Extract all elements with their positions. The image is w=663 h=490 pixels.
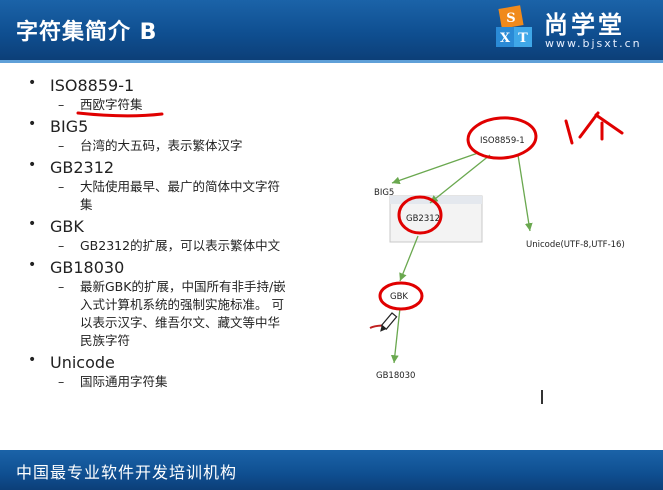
charset-desc: – 台湾的大五码，表示繁体汉字 [58, 138, 243, 153]
desc-text: 国际通用字符集 [80, 374, 168, 389]
desc-text: 台湾的大五码，表示繁体汉字 [80, 138, 243, 153]
bullet: • [28, 75, 37, 91]
sxt-logo-icon: S X T [496, 5, 532, 47]
desc-text: 最新GBK的扩展，中国所有非手持/嵌入式计算机系统的强制实施标准。 可以表示汉字… [80, 279, 286, 348]
brand-name: 尚学堂 [544, 11, 625, 39]
desc-text: 大陆使用最早、最广的简体中文字符集 [80, 179, 281, 212]
brand-logo: S X T 尚学堂 www.bjsxt.cn [494, 3, 654, 57]
charset-name: ISO8859-1 [50, 76, 135, 95]
handwritten-annotation [564, 111, 624, 145]
edge-iso-big5 [391, 152, 479, 185]
list-item: • Unicode – 国际通用字符集 [28, 352, 328, 391]
pen-cursor-icon [380, 312, 398, 332]
node-gbk: GBK [390, 292, 408, 302]
bullet: • [28, 116, 37, 132]
slide-header: 字符集简介 B S X T 尚学堂 www.bjsxt.cn [0, 0, 663, 60]
svg-text:S: S [506, 11, 515, 26]
svg-text:X: X [500, 31, 511, 46]
charset-list: • ISO8859-1 – 西欧字符集 • BIG5 – 台湾的大五码，表示繁体汉字… [28, 75, 328, 391]
charset-name: GBK [50, 217, 84, 236]
charset-name: GB2312 [50, 158, 115, 177]
node-gb2312: GB2312 [406, 214, 440, 224]
list-item: • BIG5 – 台湾的大五码，表示繁体汉字 [28, 116, 328, 155]
charset-name: Unicode [50, 353, 115, 372]
node-iso8859-1: ISO8859-1 [480, 136, 525, 146]
node-unicode: Unicode(UTF-8,UTF-16) [526, 240, 625, 250]
bullet: • [28, 157, 37, 173]
charset-name: GB18030 [50, 258, 125, 277]
charset-desc: – GB2312的扩展，可以表示繁体中文 [58, 238, 281, 253]
bullet: • [28, 257, 37, 273]
charset-diagram: ISO8859-1 BIG5 GB2312 Unicode(UTF-8,UTF-… [369, 111, 625, 381]
edge-iso-unicode [517, 154, 533, 232]
handwritten-text: 1个 [566, 118, 568, 120]
svg-text:T: T [518, 31, 528, 46]
brand-url: www.bjsxt.cn [545, 37, 642, 50]
node-gb18030: GB18030 [376, 371, 415, 381]
footer-text: 中国最专业软件开发培训机构 [16, 463, 238, 482]
slide-title: 字符集简介 B [16, 20, 158, 45]
slide-footer: 中国最专业软件开发培训机构 [0, 450, 663, 490]
text-cursor [541, 390, 543, 404]
bullet: • [28, 352, 37, 368]
charset-desc: – 大陆使用最早、最广的简体中文字符集 [58, 179, 281, 212]
list-item: • GBK – GB2312的扩展，可以表示繁体中文 [28, 216, 328, 255]
charset-desc: – 最新GBK的扩展，中国所有非手持/嵌入式计算机系统的强制实施标准。 可以表示汉… [58, 279, 286, 348]
charset-desc: – 国际通用字符集 [58, 374, 168, 389]
underline-annotation [76, 111, 164, 118]
bullet: • [28, 216, 37, 232]
list-item: • ISO8859-1 – 西欧字符集 [28, 75, 328, 114]
desc-text: GB2312的扩展，可以表示繁体中文 [80, 238, 281, 253]
node-big5: BIG5 [374, 188, 394, 198]
list-item: • GB18030 – 最新GBK的扩展，中国所有非手持/嵌入式计算机系统的强制实… [28, 257, 328, 350]
edge-gb2312-gbk [399, 235, 419, 282]
list-item: • GB2312 – 大陆使用最早、最广的简体中文字符集 [28, 157, 328, 214]
